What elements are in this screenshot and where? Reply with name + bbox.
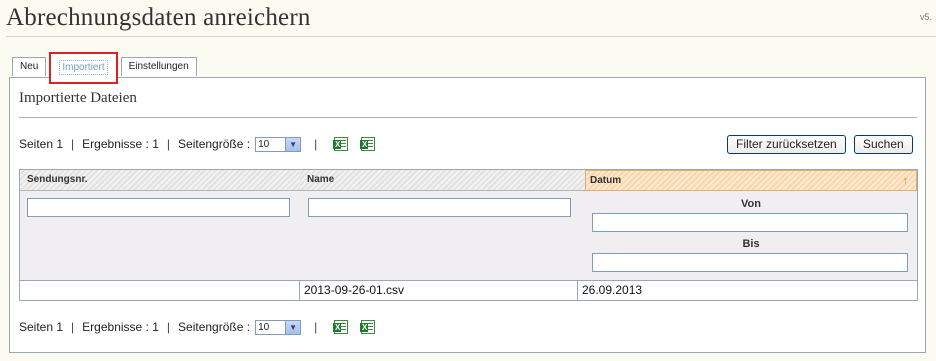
version-label: v5. <box>919 12 932 22</box>
pages-label: Seiten 1 <box>19 137 64 151</box>
pagesize-select[interactable]: 10 ▼ <box>255 319 302 335</box>
results-label: Ergebnisse : 1 <box>82 320 159 334</box>
filter-row: Von Bis <box>20 191 917 281</box>
chevron-down-icon: ▼ <box>285 137 301 151</box>
pager-separator: | <box>71 320 75 334</box>
tab-neu[interactable]: Neu <box>12 57 47 76</box>
filter-cell-sendungsnr <box>20 191 300 280</box>
reset-filter-button[interactable]: Filter zurücksetzen <box>727 135 846 154</box>
sendungsnr-filter-input[interactable] <box>27 198 290 217</box>
cell-sendungsnr <box>20 281 300 300</box>
pages-label: Seiten 1 <box>19 320 64 334</box>
page-title: Abrechnungsdaten anreichern <box>6 4 311 31</box>
column-header-datum[interactable]: Datum ↑ <box>585 170 917 191</box>
pager-separator: | <box>166 320 171 334</box>
cell-datum: 26.09.2013 <box>582 283 643 297</box>
panel-heading: Importierte Dateien <box>19 90 137 106</box>
column-header-sendungsnr[interactable]: Sendungsnr. <box>20 170 300 191</box>
table-header: Sendungsnr. Name Datum ↑ <box>20 170 917 191</box>
pagesize-select[interactable]: 10 ▼ <box>255 136 302 152</box>
filter-cell-datum: Von Bis <box>585 191 917 280</box>
date-from-label: Von <box>741 198 761 210</box>
excel-export-icon[interactable]: X <box>333 320 349 334</box>
date-from-input[interactable] <box>592 213 908 232</box>
excel-icon[interactable]: X <box>360 137 376 151</box>
chevron-down-icon: ▼ <box>285 320 301 334</box>
pager-top: Seiten 1 | Ergebnisse : 1 | Seitengröße … <box>19 134 376 154</box>
name-filter-input[interactable] <box>308 198 571 217</box>
column-header-datum-label: Datum <box>590 175 622 186</box>
results-table: Sendungsnr. Name Datum ↑ Von Bis 2013-09… <box>19 169 918 301</box>
content-panel: Importierte Dateien Seiten 1 | Ergebniss… <box>9 77 926 353</box>
table-row[interactable]: 2013-09-26-01.csv 26.09.2013 <box>20 281 917 300</box>
results-label: Ergebnisse : 1 <box>82 137 159 151</box>
pagesize-label: Seitengröße : <box>178 320 251 334</box>
tab-importiert-label: Importiert <box>59 60 108 75</box>
cell-name: 2013-09-26-01.csv <box>300 281 578 300</box>
tab-importiert[interactable]: Importiert <box>49 52 118 84</box>
pager-separator: | <box>314 137 318 151</box>
filter-cell-name <box>300 191 585 280</box>
date-to-input[interactable] <box>592 253 908 272</box>
tab-bar: Neu Importiert Einstellungen <box>12 52 197 84</box>
search-button[interactable]: Suchen <box>854 135 913 154</box>
excel-export-icon[interactable]: X <box>333 137 349 151</box>
title-divider <box>6 36 936 37</box>
tab-einstellungen[interactable]: Einstellungen <box>120 57 197 76</box>
panel-divider <box>19 117 917 118</box>
pagesize-value: 10 <box>258 321 270 333</box>
column-header-name[interactable]: Name <box>300 170 585 191</box>
excel-icon[interactable]: X <box>360 320 376 334</box>
pager-separator: | <box>314 320 318 334</box>
pagesize-label: Seitengröße : <box>178 137 251 151</box>
pagesize-value: 10 <box>258 138 270 150</box>
sort-ascending-icon: ↑ <box>902 175 909 187</box>
pager-bottom: Seiten 1 | Ergebnisse : 1 | Seitengröße … <box>19 317 376 337</box>
pager-separator: | <box>71 137 75 151</box>
pager-separator: | <box>166 137 171 151</box>
date-to-label: Bis <box>742 238 760 250</box>
